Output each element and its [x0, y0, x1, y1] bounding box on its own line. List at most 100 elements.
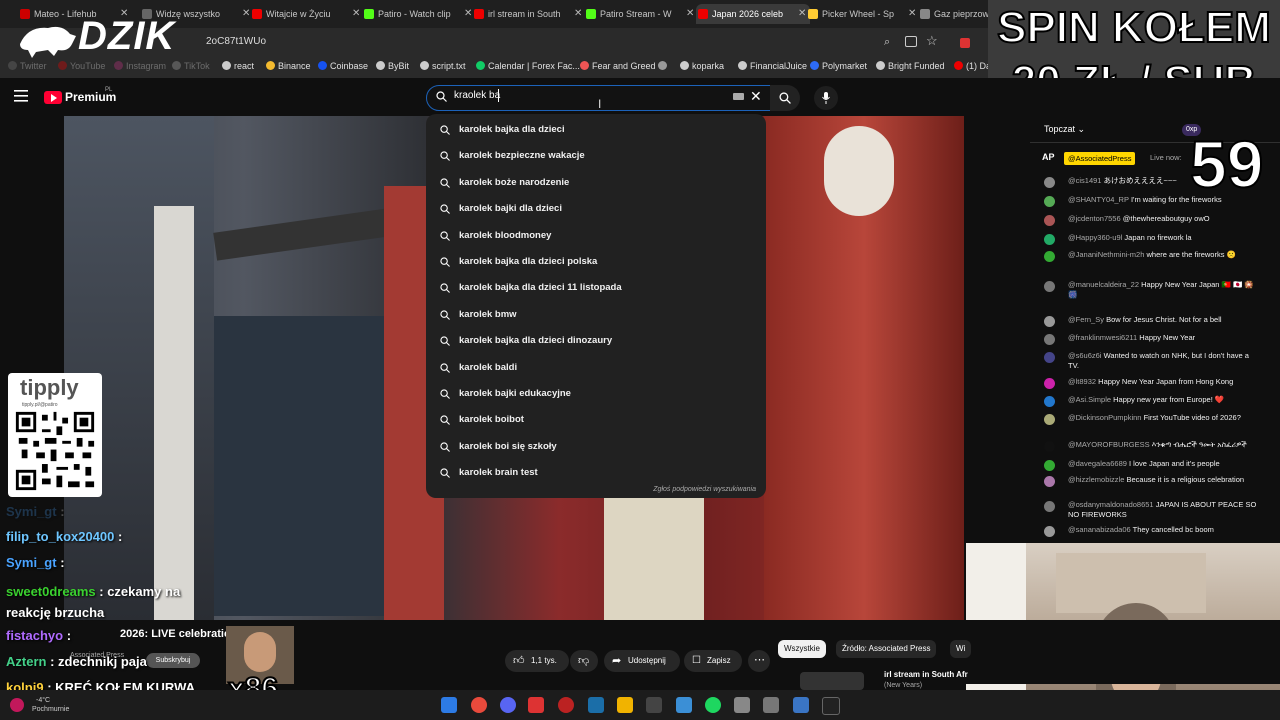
bookmark-favicon-icon	[420, 61, 429, 70]
bookmark-item[interactable]: ByBit	[376, 61, 409, 71]
search-icon	[440, 151, 450, 162]
obs-icon[interactable]	[558, 697, 574, 713]
chat-author: @lt8932	[1068, 377, 1097, 386]
bookmark-favicon-icon	[680, 61, 689, 70]
search-suggestions-dropdown: karolek bajka dla dzieci karolek bezpiecz…	[426, 114, 766, 498]
close-tab-icon[interactable]: ✕	[352, 8, 360, 19]
browser-tab[interactable]: Patiro Stream - W	[584, 4, 698, 24]
zoom-icon[interactable]: ⌕	[884, 36, 890, 49]
tab-label: Patiro - Watch clip	[378, 9, 451, 19]
next-video-title[interactable]: irl stream in South Afr	[884, 670, 968, 679]
bookmark-item[interactable]: koparka	[680, 61, 724, 71]
windows-taskbar	[0, 690, 1280, 720]
bookmark-favicon-icon	[658, 61, 667, 70]
bookmark-label: Bright Funded	[888, 61, 945, 71]
bookmark-item[interactable]: Calendar | Forex Fac...	[476, 61, 580, 71]
windows-start-icon[interactable]	[441, 697, 457, 713]
spotify-icon[interactable]	[705, 697, 721, 713]
cast-icon[interactable]	[905, 36, 917, 47]
browser-tab[interactable]: Witajcie w Życiu	[250, 4, 364, 24]
bookmark-item[interactable]: TikTok	[172, 61, 210, 71]
calculator-icon[interactable]	[763, 697, 779, 713]
dislike-button[interactable]: 👎︎	[570, 650, 598, 672]
report-suggestions-link[interactable]: Zgłoś podpowiedzi wyszukiwania	[653, 486, 756, 493]
next-video-thumbnail[interactable]	[800, 672, 864, 690]
search-suggestion[interactable]: karolek bajka dla dzieci 11 listopada	[426, 275, 766, 301]
bookmark-item[interactable]: Coinbase	[318, 61, 368, 71]
weather-icon[interactable]	[10, 698, 24, 712]
search-suggestion[interactable]: karolek boi się szkoły	[426, 434, 766, 460]
file-explorer-icon[interactable]	[617, 697, 633, 713]
chat-text: They cancelled bc boom	[1132, 525, 1214, 534]
app-icon-red[interactable]	[528, 697, 544, 713]
subscribe-button[interactable]: Subskrybuj	[146, 653, 200, 668]
terminal-icon[interactable]	[822, 697, 840, 715]
like-button[interactable]: 👍︎ 1,1 tys.	[505, 650, 569, 672]
bookmark-item[interactable]: Twitter	[8, 61, 47, 71]
steam-icon[interactable]	[588, 697, 604, 713]
search-button[interactable]	[770, 85, 800, 111]
browser-tab[interactable]: Picker Wheel - Sp	[806, 4, 920, 24]
chat-avatar	[1044, 526, 1055, 537]
emote-face	[244, 632, 276, 672]
chip-more[interactable]: Wi	[950, 640, 972, 658]
chat-author: @Fern_Sy	[1068, 315, 1104, 324]
bookmark-item[interactable]: Instagram	[114, 61, 166, 71]
bookmark-item[interactable]: YouTube	[58, 61, 105, 71]
chrome-icon[interactable]	[471, 697, 487, 713]
save-button[interactable]: ☐ Zapisz	[684, 650, 742, 672]
keyboard-icon[interactable]	[733, 93, 744, 100]
search-suggestion[interactable]: karolek bezpieczne wakacje	[426, 143, 766, 169]
search-suggestion[interactable]: karolek baldi	[426, 355, 766, 381]
stream-chat-line: filip_to_kox20400 :	[6, 529, 122, 544]
bookmark-star-icon[interactable]: ☆	[926, 33, 938, 49]
search-suggestion[interactable]: karolek bloodmoney	[426, 223, 766, 249]
bookmark-item[interactable]: Fear and Greed	[580, 61, 656, 71]
chat-text: Happy New Year Japan from Hong Kong	[1098, 377, 1234, 386]
tab-label: irl stream in South	[488, 9, 561, 19]
discord-icon[interactable]	[500, 697, 516, 713]
search-suggestion[interactable]: karolek bajka dla dzieci	[426, 117, 766, 143]
extension-icon[interactable]	[960, 38, 970, 48]
search-suggestion[interactable]: karolek boże narodzenie	[426, 170, 766, 196]
video-title: 2026: LIVE celebrations	[120, 628, 244, 640]
search-suggestion[interactable]: karolek bmw	[426, 302, 766, 328]
search-suggestion[interactable]: karolek bajki edukacyjne	[426, 381, 766, 407]
close-tab-icon[interactable]: ✕	[908, 8, 916, 19]
bookmark-item[interactable]: Bright Funded	[876, 61, 945, 71]
browser-tab[interactable]: irl stream in South	[472, 4, 586, 24]
voice-search-button[interactable]	[814, 86, 838, 110]
bookmark-item[interactable]: script.txt	[420, 61, 466, 71]
bookmark-item[interactable]: Polymarket	[810, 61, 867, 71]
bookmark-item[interactable]: Binance	[266, 61, 311, 71]
more-actions-button[interactable]: ⋯	[748, 650, 770, 672]
topchat-dropdown[interactable]: Topczat ⌄	[1044, 124, 1085, 135]
overlay-counter: 59	[1189, 126, 1264, 202]
search-suggestion[interactable]: karolek bajka dla dzieci dinozaury	[426, 328, 766, 354]
chip-all[interactable]: Wszystkie	[778, 640, 826, 658]
stream-chat-username: Symi_gt	[6, 555, 57, 570]
close-tab-icon[interactable]: ✕	[686, 8, 694, 19]
browser-tab[interactable]: Japan 2026 celeb	[696, 4, 810, 24]
url-field[interactable]: 2oC87t1WUo	[206, 36, 266, 47]
search-suggestion[interactable]: karolek brain test	[426, 460, 766, 486]
app-icon-gray[interactable]	[734, 697, 750, 713]
hamburger-menu-icon[interactable]	[14, 90, 28, 102]
search-suggestion[interactable]: karolek bajki dla dzieci	[426, 196, 766, 222]
bookmark-item[interactable]: react	[222, 61, 254, 71]
edge-icon[interactable]	[646, 697, 662, 713]
search-suggestion[interactable]: karolek boibot	[426, 407, 766, 433]
suggestion-text: karolek bajki edukacyjne	[459, 388, 571, 399]
search-input[interactable]: kraolek ba	[454, 90, 500, 101]
stream-chat-username: sweet0dreams	[6, 584, 96, 599]
bookmark-item[interactable]: FinancialJuice	[738, 61, 807, 71]
bookmark-item[interactable]	[658, 61, 670, 71]
vscode-icon[interactable]	[676, 697, 692, 713]
share-button[interactable]: ➦ Udostępnij	[604, 650, 680, 672]
browser-tab[interactable]: Patiro - Watch clip	[362, 4, 476, 24]
photos-icon[interactable]	[793, 697, 809, 713]
search-suggestion[interactable]: karolek bajka dla dzieci polska	[426, 249, 766, 275]
clear-search-icon[interactable]: ✕	[750, 88, 762, 105]
chip-source[interactable]: Źródło: Associated Press	[836, 640, 937, 658]
close-tab-icon[interactable]: ✕	[574, 8, 582, 19]
